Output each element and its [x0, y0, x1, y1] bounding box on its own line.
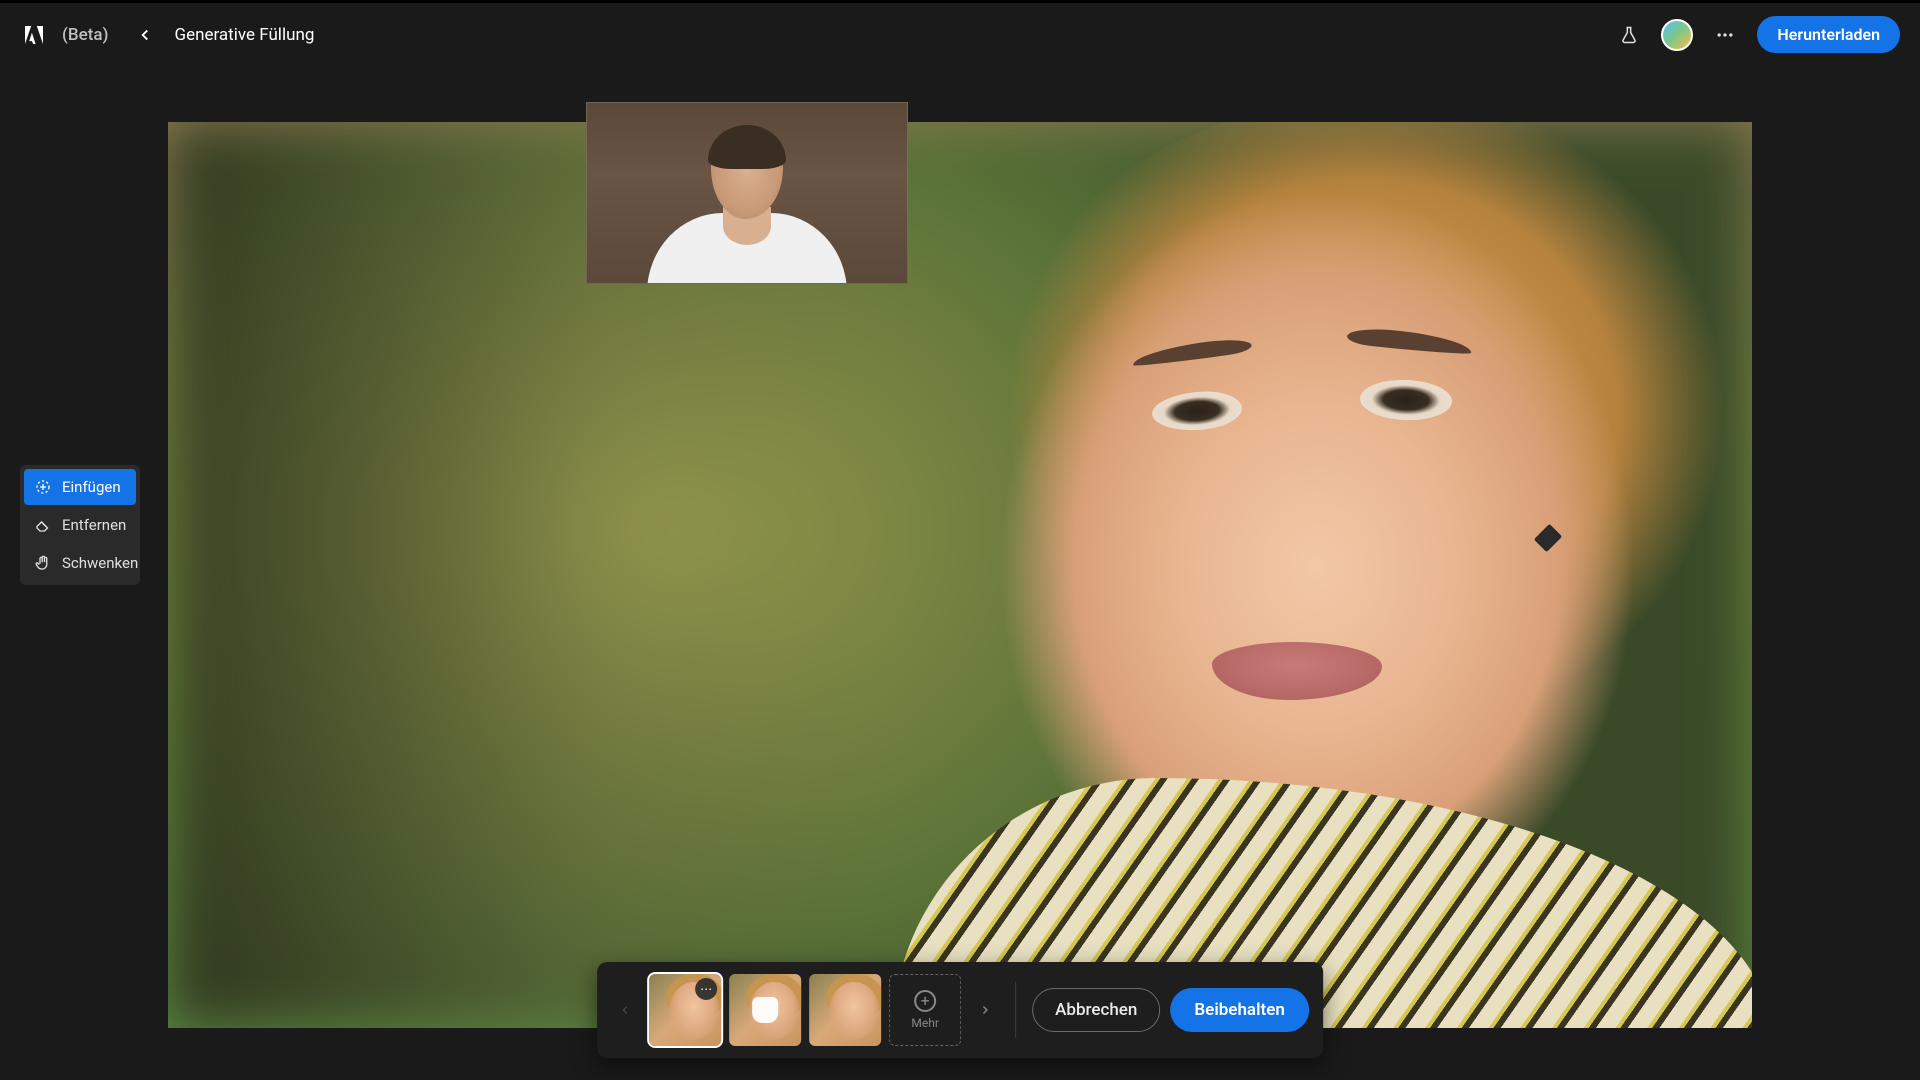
variation-bar: ⋯ + Mehr Abbrechen Beibehalten: [597, 962, 1323, 1058]
download-button[interactable]: Herunterladen: [1757, 16, 1900, 53]
tool-remove[interactable]: Entfernen: [24, 507, 136, 543]
adobe-logo-icon: [20, 21, 48, 49]
variation-thumb-3[interactable]: [809, 974, 881, 1046]
app-header: (Beta) Generative Füllung Herunterladen: [0, 0, 1920, 66]
tool-pan[interactable]: Schwenken: [24, 545, 136, 581]
header-left-group: (Beta) Generative Füllung: [20, 19, 314, 51]
eraser-icon: [34, 516, 52, 534]
tool-remove-label: Entfernen: [62, 516, 126, 534]
canvas-subject: [770, 122, 1752, 1028]
header-right-group: Herunterladen: [1613, 16, 1900, 53]
labs-icon[interactable]: [1613, 19, 1645, 51]
image-canvas[interactable]: [168, 122, 1752, 1028]
hand-icon: [34, 554, 52, 572]
keep-button[interactable]: Beibehalten: [1170, 988, 1308, 1032]
cancel-button[interactable]: Abbrechen: [1032, 988, 1160, 1032]
page-title: Generative Füllung: [175, 25, 315, 45]
cursor-hand-icon: [752, 997, 778, 1023]
tool-insert-label: Einfügen: [62, 478, 121, 496]
thumb-options-icon[interactable]: ⋯: [695, 978, 717, 1000]
generate-more-button[interactable]: + Mehr: [889, 974, 961, 1046]
webcam-person: [657, 123, 837, 283]
user-avatar[interactable]: [1661, 19, 1693, 51]
variations-next-button[interactable]: [971, 975, 999, 1045]
plus-icon: +: [914, 990, 936, 1012]
left-toolbar: Einfügen Entfernen Schwenken: [20, 465, 140, 585]
tool-insert[interactable]: Einfügen: [24, 469, 136, 505]
variation-thumb-2[interactable]: [729, 974, 801, 1046]
variations-prev-button[interactable]: [611, 975, 639, 1045]
canvas-viewport: [167, 66, 1753, 1006]
divider: [1015, 982, 1016, 1038]
webcam-overlay[interactable]: [586, 102, 908, 284]
sparkle-select-icon: [34, 478, 52, 496]
more-menu-icon[interactable]: [1709, 19, 1741, 51]
back-button[interactable]: [129, 19, 161, 51]
variation-thumbnails: ⋯ + Mehr: [649, 974, 961, 1046]
beta-label: (Beta): [62, 25, 109, 45]
tool-pan-label: Schwenken: [62, 554, 138, 572]
variation-thumb-1[interactable]: ⋯: [649, 974, 721, 1046]
generate-more-label: Mehr: [911, 1016, 939, 1030]
